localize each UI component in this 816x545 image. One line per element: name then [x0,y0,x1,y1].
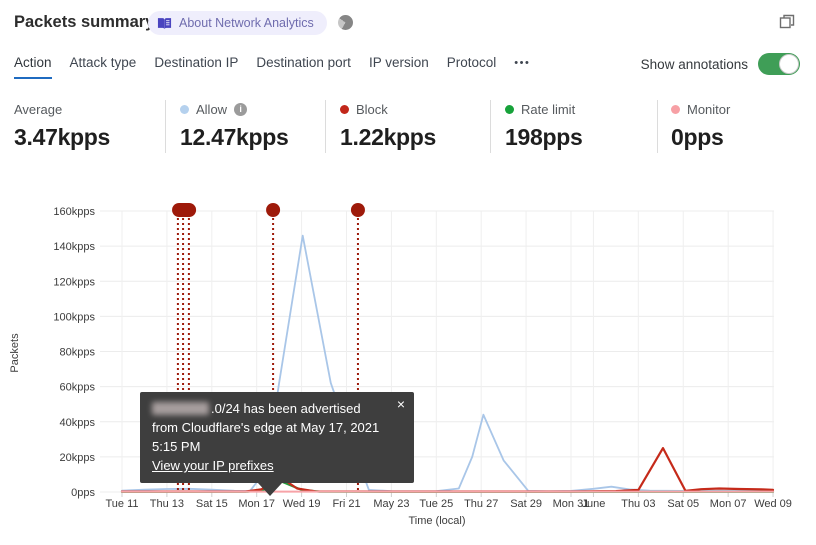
tab-destination-port[interactable]: Destination port [256,55,351,77]
y-tick-label: 40kpps [60,417,96,429]
info-icon[interactable]: i [234,102,248,116]
view-ip-prefixes-link[interactable]: View your IP prefixes [152,458,274,473]
y-tick-label: 160kpps [53,206,95,218]
x-tick-label: Thu 13 [150,498,184,510]
stat-rate-limit: Rate limit 198pps [505,101,583,151]
x-tick-label: Thu 03 [621,498,655,510]
x-tick-label: Sat 05 [667,498,699,510]
x-axis-title: Time (local) [408,515,465,527]
usage-pie-icon[interactable] [338,15,353,30]
stat-rate-limit-label: Rate limit [521,101,576,117]
show-annotations-toggle[interactable] [758,53,800,75]
y-tick-label: 140kpps [53,241,95,253]
tooltip-close-icon[interactable]: × [397,397,405,411]
stat-average-value: 3.47kpps [14,124,111,150]
stat-divider [490,100,491,153]
x-tick-label: June [582,498,606,510]
toggle-knob [779,54,799,74]
y-tick-label: 60kpps [60,382,96,394]
page-title: Packets summary [14,13,155,31]
x-tick-label: Thu 27 [464,498,498,510]
stat-block: Block 1.22kpps [340,101,436,151]
show-annotations-label: Show annotations [640,56,748,72]
stat-monitor-label: Monitor [687,101,731,117]
x-tick-label: Tue 25 [419,498,453,510]
tab-ip-version[interactable]: IP version [369,55,429,77]
x-tick-label: Fri 21 [332,498,360,510]
rate-limit-dot-icon [505,104,514,114]
y-axis-title: Packets [9,333,21,373]
y-tick-label: 100kpps [53,311,95,323]
packets-time-series-chart[interactable]: 0pps 20kpps 40kpps 60kpps 80kpps 100kpps 120kp… [0,185,816,545]
x-tick-label: Mon 17 [238,498,275,510]
tab-protocol[interactable]: Protocol [447,55,497,77]
pop-out-window-icon[interactable] [778,13,796,31]
x-tick-label: Wed 09 [754,498,792,510]
badge-label: About Network Analytics [179,16,314,30]
stat-monitor: Monitor 0pps [671,101,730,151]
redacted-ip-prefix [152,402,209,415]
annotation-tooltip: × .0/24 has been advertised from Cloudfl… [140,392,414,496]
stat-block-label: Block [356,101,388,117]
stat-divider [325,100,326,153]
x-tick-label: Wed 19 [283,498,321,510]
stat-divider [657,100,658,153]
tab-action[interactable]: Action [14,55,52,79]
stat-allow: Allow i 12.47kpps [180,101,289,151]
show-annotations-control: Show annotations [641,53,800,75]
about-network-analytics-badge[interactable]: About Network Analytics [148,11,327,35]
book-icon [157,16,172,31]
tab-attack-type[interactable]: Attack type [70,55,137,77]
stat-block-value: 1.22kpps [340,124,437,150]
stat-allow-label: Allow [196,101,228,117]
x-tick-label: May 23 [373,498,409,510]
x-tick-label: Mon 07 [710,498,747,510]
y-tick-label: 20kpps [60,452,96,464]
annotation-marker-pill[interactable] [172,203,197,217]
stat-monitor-value: 0pps [671,124,724,150]
tab-destination-ip[interactable]: Destination IP [154,55,238,77]
block-dot-icon [340,104,349,114]
chart-dimension-tabs: Action Attack type Destination IP Destin… [14,55,530,79]
stat-rate-limit-value: 198pps [505,124,583,150]
stat-average-label: Average [14,101,63,117]
y-tick-label: 80kpps [60,347,96,359]
y-tick-label: 0pps [71,487,95,499]
x-tick-label: Sat 29 [510,498,542,510]
annotation-marker-dot[interactable] [266,203,281,217]
tooltip-text: .0/24 has been advertised from Cloudflar… [152,401,380,473]
allow-dot-icon [180,104,189,114]
annotation-marker-dot[interactable] [350,203,365,217]
y-tick-label: 120kpps [53,276,95,288]
tooltip-pointer [258,483,282,496]
stat-allow-value: 12.47kpps [180,124,289,150]
x-tick-label: Tue 11 [105,498,138,510]
stat-divider [165,100,166,153]
x-tick-label: Sat 15 [196,498,228,510]
monitor-dot-icon [671,104,680,114]
stat-average: Average 3.47kpps [14,101,110,151]
more-tabs-button[interactable]: ••• [514,55,530,76]
